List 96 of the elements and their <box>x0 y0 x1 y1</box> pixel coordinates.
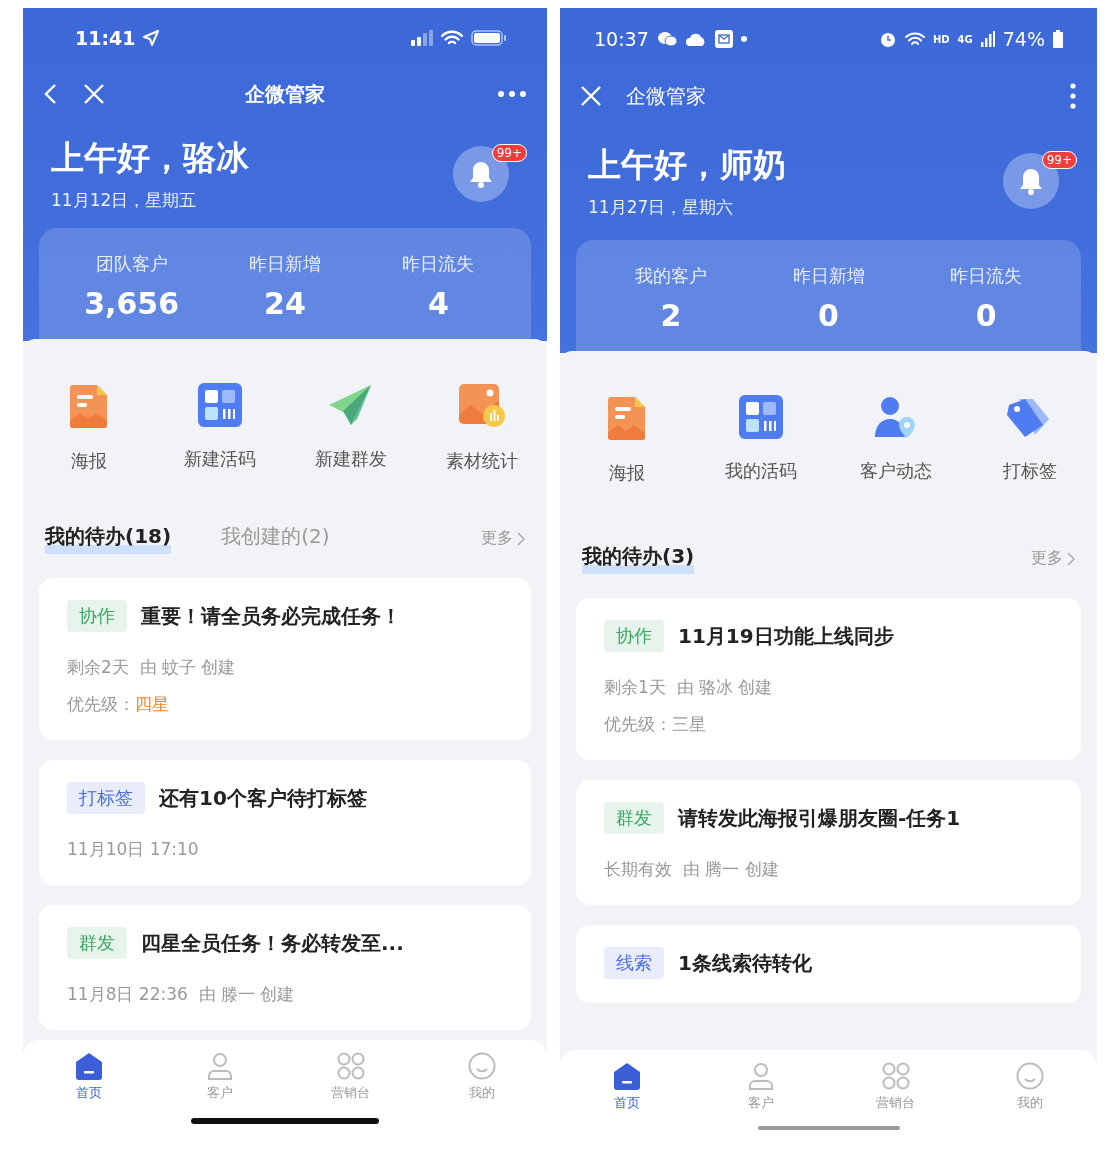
task-tag: 群发 <box>604 802 664 834</box>
grid-icon <box>739 395 784 439</box>
wifi-icon <box>441 30 463 46</box>
signal-icon <box>980 31 995 47</box>
battery-icon <box>471 30 507 46</box>
task-card[interactable]: 群发 请转发此海报引爆朋友圈-任务1 长期有效 由 腾一 创建 <box>576 780 1081 905</box>
shortcut-label[interactable]: 新建群发 <box>314 447 387 471</box>
network-label: HD <box>932 33 950 45</box>
user-icon <box>747 1062 776 1090</box>
task-tag: 协作 <box>604 620 664 652</box>
home-icon <box>613 1062 642 1090</box>
smiley-icon <box>467 1052 496 1080</box>
task-title: 四星全员任务！务必转发至... <box>141 929 404 957</box>
todo-tab[interactable]: 我的待办(3) <box>582 543 695 574</box>
smiley-icon <box>1015 1062 1044 1090</box>
task-tag: 群发 <box>67 927 127 959</box>
shortcut-label[interactable]: 素材统计 <box>445 449 518 473</box>
shortcut-label[interactable]: 新建活码 <box>183 447 256 471</box>
date-label: 11月27日，星期六 <box>588 196 735 219</box>
grid-icon <box>197 383 242 427</box>
stat-label: 昨日流失 <box>402 252 475 276</box>
task-meta: 剩余1天 由 骆冰 创建 <box>604 676 774 699</box>
more-icon[interactable] <box>1069 82 1077 110</box>
stat-label: 昨日新增 <box>249 252 321 276</box>
task-priority: 优先级：三星 <box>604 713 707 736</box>
document-icon <box>607 395 648 441</box>
stat-label: 我的客户 <box>634 264 707 288</box>
task-meta: 剩余2天 由 蚊子 创建 <box>67 656 237 679</box>
chevron-right-icon <box>517 531 525 546</box>
task-title: 1条线索待转化 <box>678 949 812 977</box>
task-card[interactable]: 线索 1条线索待转化 <box>576 925 1081 1003</box>
app-title: 企微管家 <box>245 80 325 108</box>
notification-badge: 99+ <box>491 144 527 162</box>
clock-time: 11:41 <box>75 27 136 49</box>
user-icon <box>205 1052 234 1080</box>
stat-value: 4 <box>427 286 449 321</box>
date-label: 11月12日，星期五 <box>51 189 198 212</box>
task-meta: 长期有效 由 腾一 创建 <box>604 858 780 881</box>
notification-badge: 99+ <box>1041 151 1077 169</box>
task-title: 请转发此海报引爆朋友圈-任务1 <box>678 804 961 832</box>
task-card[interactable]: 群发 四星全员任务！务必转发至... 11月8日 22:36 由 滕一 创建 <box>39 905 531 1030</box>
stat-value: 24 <box>264 286 306 321</box>
task-meta: 11月10日 17:10 <box>67 838 200 861</box>
stat-label: 团队客户 <box>95 252 168 276</box>
grid-icon <box>336 1052 365 1080</box>
signal-icon <box>411 30 433 46</box>
more-icon[interactable] <box>497 90 527 98</box>
chat-bubbles-icon <box>656 31 677 47</box>
stat-value: 0 <box>818 298 839 333</box>
shortcut-label[interactable]: 海报 <box>609 461 646 485</box>
stat-value: 3,656 <box>84 286 180 321</box>
task-meta: 11月8日 22:36 由 滕一 创建 <box>67 983 296 1006</box>
greeting: 上午好，骆冰 <box>51 137 250 179</box>
shortcut-label[interactable]: 客户动态 <box>859 459 932 483</box>
image-chart-icon <box>457 383 506 429</box>
stat-value: 0 <box>975 298 997 333</box>
task-tag: 协作 <box>67 600 127 632</box>
task-priority: 优先级：四星 <box>67 693 170 716</box>
app-title: 企微管家 <box>626 82 706 110</box>
chevron-right-icon <box>1067 551 1075 566</box>
shortcut-label[interactable]: 打标签 <box>1002 459 1057 483</box>
task-tag: 线索 <box>604 947 664 979</box>
dot-icon <box>740 36 747 42</box>
location-arrow-icon <box>143 30 160 46</box>
bell-icon <box>1018 167 1044 195</box>
task-tag: 打标签 <box>67 782 145 814</box>
clock-time: 10:37 <box>594 28 649 50</box>
battery-percent: 74% <box>1002 28 1045 50</box>
stat-label: 昨日流失 <box>950 264 1023 288</box>
cloud-icon <box>684 31 707 47</box>
stat-value: 2 <box>660 298 682 333</box>
network-label: 4G <box>957 33 973 45</box>
close-icon[interactable] <box>83 83 105 105</box>
wifi-icon <box>904 31 925 47</box>
bell-icon <box>468 160 494 188</box>
task-card[interactable]: 打标签 还有10个客户待打标签 11月10日 17:10 <box>39 760 531 885</box>
grid-icon <box>881 1062 910 1090</box>
back-icon[interactable] <box>43 83 59 105</box>
task-title: 重要！请全员务必完成任务！ <box>141 602 401 630</box>
home-icon <box>74 1052 103 1080</box>
task-title: 11月19日功能上线同步 <box>678 622 894 650</box>
shortcut-label[interactable]: 我的活码 <box>725 459 798 483</box>
tab-item[interactable]: 首页 <box>560 1062 695 1140</box>
document-icon <box>68 383 109 429</box>
mail-icon <box>714 30 733 48</box>
close-icon[interactable] <box>580 85 602 107</box>
greeting: 上午好，师奶 <box>588 144 787 186</box>
stat-label: 昨日新增 <box>792 264 865 288</box>
task-card[interactable]: 协作 重要！请全员务必完成任务！ 剩余2天 由 蚊子 创建 优先级：四星 <box>39 578 531 740</box>
task-title: 还有10个客户待打标签 <box>159 784 367 812</box>
alarm-clock-icon <box>878 30 897 48</box>
shortcut-label[interactable]: 海报 <box>70 449 107 473</box>
todo-tab[interactable]: 我的待办(18) <box>45 523 172 554</box>
battery-icon <box>1053 30 1063 48</box>
task-card[interactable]: 协作 11月19日功能上线同步 剩余1天 由 骆冰 创建 优先级：三星 <box>576 598 1081 760</box>
tab-item[interactable]: 首页 <box>23 1052 154 1140</box>
